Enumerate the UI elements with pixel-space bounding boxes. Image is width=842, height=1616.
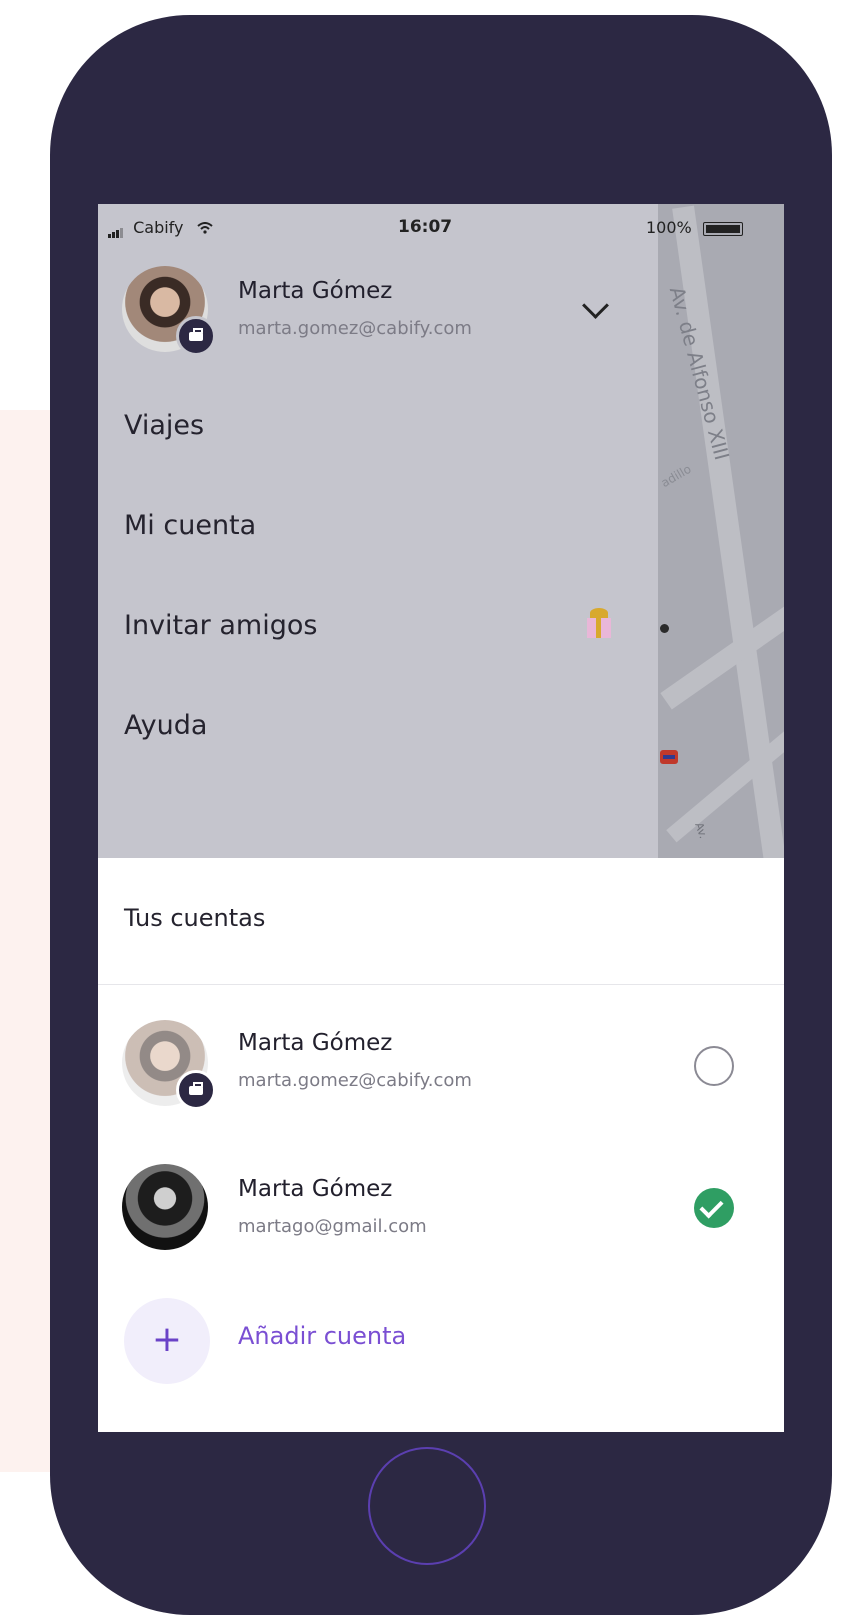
status-bar: Cabify 16:07 100% — [98, 204, 784, 248]
metro-icon — [660, 750, 678, 764]
chevron-down-icon[interactable] — [582, 292, 609, 319]
menu-item-invitar-amigos[interactable]: Invitar amigos — [124, 610, 317, 641]
carrier: Cabify — [108, 218, 213, 238]
gift-icon — [586, 608, 612, 638]
plus-icon[interactable]: + — [124, 1298, 210, 1384]
account-name: Marta Gómez — [238, 1176, 393, 1202]
business-briefcase-icon — [176, 316, 216, 356]
divider — [98, 984, 784, 985]
phone-screen: Av. de Alfonso XIII adillo Av. Marta Góm… — [98, 204, 784, 1432]
home-button[interactable] — [368, 1447, 486, 1565]
avatar — [122, 1164, 208, 1250]
menu-item-ayuda[interactable]: Ayuda — [124, 710, 207, 741]
map-view[interactable]: Av. de Alfonso XIII adillo Av. — [658, 204, 784, 858]
profile-name: Marta Gómez — [238, 278, 393, 304]
business-briefcase-icon — [176, 1070, 216, 1110]
map-street-label: Av. — [692, 820, 710, 841]
profile-email: marta.gomez@cabify.com — [238, 318, 472, 339]
add-account-button[interactable]: Añadir cuenta — [238, 1322, 406, 1350]
battery-icon — [702, 221, 743, 236]
menu-item-mi-cuenta[interactable]: Mi cuenta — [124, 510, 256, 541]
map-poi-icon — [660, 624, 669, 633]
check-icon[interactable] — [694, 1188, 734, 1228]
accounts-title: Tus cuentas — [124, 904, 266, 932]
side-drawer: Marta Gómez marta.gomez@cabify.com Viaje… — [98, 204, 658, 858]
accounts-sheet: Tus cuentas Marta Gómez marta.gomez@cabi… — [98, 858, 784, 1432]
battery-percentage: 100% — [646, 218, 692, 237]
battery: 100% — [646, 218, 743, 237]
account-email: marta.gomez@cabify.com — [238, 1070, 472, 1091]
map-road — [660, 578, 784, 710]
account-email: martago@gmail.com — [238, 1216, 427, 1237]
account-name: Marta Gómez — [238, 1030, 393, 1056]
clock: 16:07 — [398, 217, 453, 237]
menu-item-viajes[interactable]: Viajes — [124, 410, 204, 441]
signal-icon — [108, 219, 124, 238]
wifi-icon — [196, 219, 213, 238]
map-street-label: adillo — [658, 461, 694, 491]
carrier-label: Cabify — [133, 218, 184, 237]
account-radio-unselected[interactable] — [694, 1046, 734, 1086]
